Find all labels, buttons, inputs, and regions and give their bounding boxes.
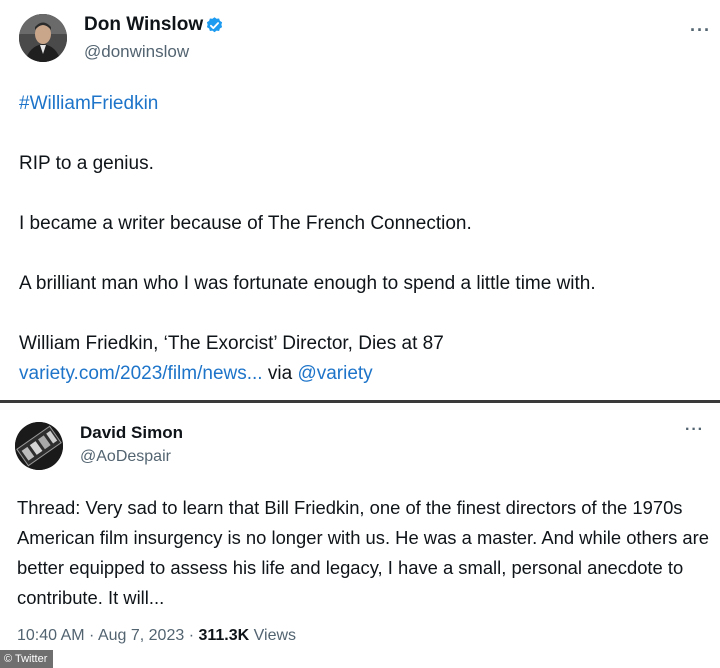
tweet-text-line-3: A brilliant man who I was fortunate enou… — [19, 273, 596, 294]
views-label: Views — [253, 627, 297, 644]
author-handle[interactable]: @AoDespair — [80, 448, 171, 466]
tweet-metadata: 10:40 AM · Aug 7, 2023 · 311.3K Views — [17, 627, 296, 645]
verified-badge-icon — [206, 17, 223, 33]
meta-separator: · — [184, 627, 199, 644]
author-name[interactable]: David Simon — [80, 423, 183, 443]
views-count: 311.3K — [198, 627, 250, 644]
tweet-text-line-1: RIP to a genius. — [19, 153, 154, 174]
via-text: via — [262, 363, 298, 384]
author-handle[interactable]: @donwinslow — [84, 42, 189, 62]
tweet-don-winslow: Don Winslow @donwinslow ··· #WilliamFrie… — [0, 0, 720, 401]
article-link-line: variety.com/2023/film/news... via @varie… — [19, 363, 373, 385]
tweet-text: Thread: Very sad to learn that Bill Frie… — [17, 497, 710, 608]
via-handle-link[interactable]: @variety — [297, 363, 372, 384]
article-title: William Friedkin, ‘The Exorcist’ Directo… — [19, 333, 444, 354]
meta-separator: · — [84, 627, 98, 644]
article-link[interactable]: variety.com/2023/film/news... — [19, 363, 263, 384]
author-name[interactable]: Don Winslow — [84, 14, 203, 36]
avatar-don-winslow[interactable] — [19, 14, 67, 62]
avatar-portrait-icon — [19, 14, 67, 62]
more-options-button[interactable]: ··· — [690, 20, 711, 41]
tweet-date[interactable]: Aug 7, 2023 — [98, 627, 184, 644]
more-options-button[interactable]: ··· — [685, 421, 704, 439]
hashtag-link[interactable]: #WilliamFriedkin — [19, 93, 158, 115]
avatar-david-simon[interactable] — [15, 422, 63, 470]
tweet-text-line-2: I became a writer because of The French … — [19, 213, 472, 234]
avatar-film-icon — [15, 422, 63, 470]
twitter-watermark: © Twitter — [0, 650, 54, 668]
tweet-time[interactable]: 10:40 AM — [17, 627, 85, 644]
tweet-david-simon: David Simon @AoDespair ··· Thread: Very … — [0, 403, 720, 668]
